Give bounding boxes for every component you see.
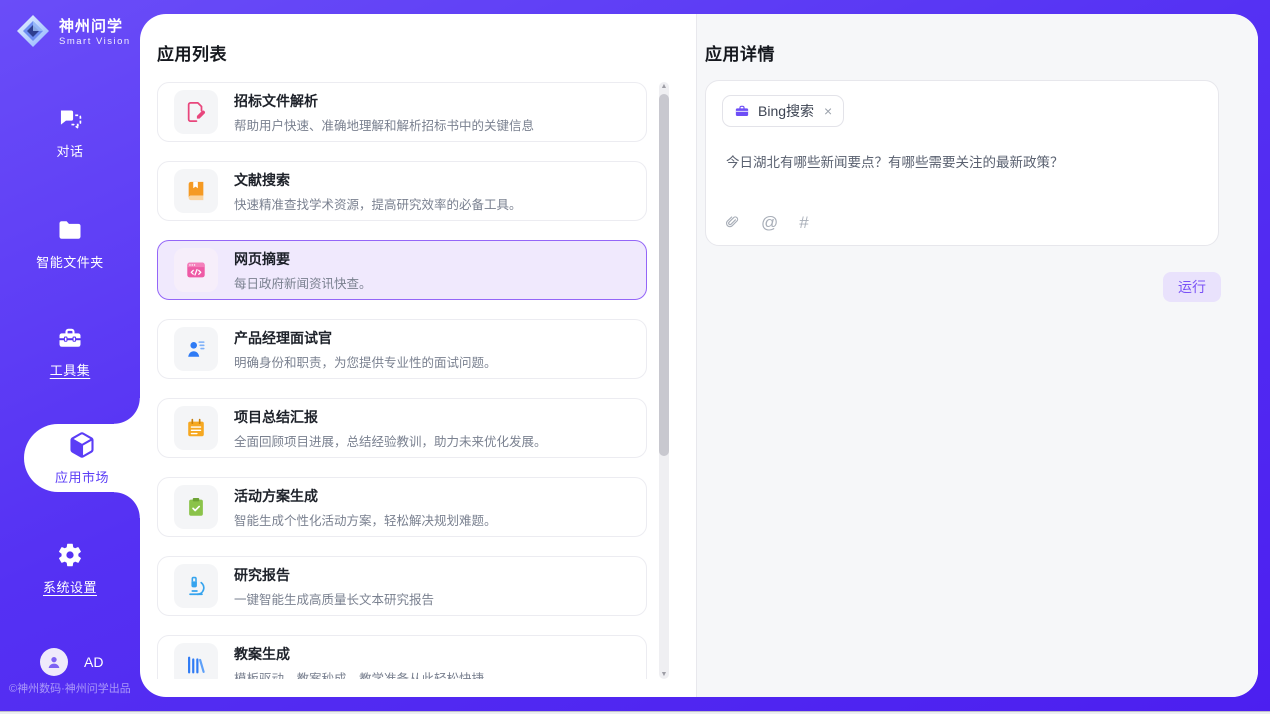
user-name: AD bbox=[84, 654, 103, 670]
browser-code-icon bbox=[185, 259, 207, 281]
brand-tagline: Smart Vision bbox=[59, 36, 131, 47]
app-detail-panel: 应用详情 Bing搜索 × 今日湖北有哪些新闻要点？有哪些需要关注的最新政策？ … bbox=[696, 14, 1258, 697]
app-icon-tile bbox=[174, 564, 218, 608]
app-card-desc: 帮助用户快速、准确地理解和解析招标书中的关键信息 bbox=[234, 115, 534, 134]
user-account[interactable]: AD bbox=[40, 648, 103, 676]
app-card-title: 产品经理面试官 bbox=[234, 328, 497, 348]
app-card-web-summary[interactable]: 网页摘要 每日政府新闻资讯快查。 bbox=[157, 240, 647, 300]
app-card-desc: 智能生成个性化活动方案，轻松解决规划难题。 bbox=[234, 510, 497, 529]
app-card-desc: 模板驱动，教案秒成，教学准备从此轻松快捷 bbox=[234, 668, 484, 680]
app-card-title: 教案生成 bbox=[234, 644, 484, 664]
footer-credit: ©神州数码·神州问学出品 bbox=[9, 680, 131, 696]
app-card-title: 网页摘要 bbox=[234, 249, 372, 269]
logo-diamond-icon bbox=[15, 13, 51, 49]
tool-tag-bing-search[interactable]: Bing搜索 × bbox=[722, 95, 844, 127]
app-card-desc: 明确身份和职责，为您提供专业性的面试问题。 bbox=[234, 352, 497, 371]
person-icon bbox=[46, 654, 62, 670]
app-icon-tile bbox=[174, 169, 218, 213]
clipboard-check-icon bbox=[185, 496, 207, 518]
app-card-title: 研究报告 bbox=[234, 565, 434, 585]
prompt-toolbar: @ # bbox=[724, 214, 809, 231]
scrollbar-up-icon[interactable]: ▲ bbox=[659, 83, 669, 90]
scrollbar-down-icon[interactable]: ▼ bbox=[659, 671, 669, 678]
app-card-bid-analysis[interactable]: 招标文件解析 帮助用户快速、准确地理解和解析招标书中的关键信息 bbox=[157, 82, 647, 142]
app-icon-tile bbox=[174, 406, 218, 450]
app-card-research-report[interactable]: 研究报告 一键智能生成高质量长文本研究报告 bbox=[157, 556, 647, 616]
avatar bbox=[40, 648, 68, 676]
app-card-desc: 全面回顾项目进展，总结经验教训，助力未来优化发展。 bbox=[234, 431, 547, 450]
sidebar-item-label: 对话 bbox=[56, 141, 83, 160]
app-card-project-summary[interactable]: 项目总结汇报 全面回顾项目进展，总结经验教训，助力未来优化发展。 bbox=[157, 398, 647, 458]
app-card-desc: 快速精准查找学术资源，提高研究效率的必备工具。 bbox=[234, 194, 522, 213]
microscope-icon bbox=[185, 575, 207, 597]
query-text[interactable]: 今日湖北有哪些新闻要点？有哪些需要关注的最新政策？ bbox=[726, 151, 1196, 171]
folder-icon bbox=[56, 216, 84, 244]
app-icon-tile bbox=[174, 327, 218, 371]
sidebar: 神州问学 Smart Vision 对话 智能文件夹 工具集 bbox=[0, 0, 140, 714]
tool-tag-label: Bing搜索 bbox=[758, 101, 814, 121]
app-detail-title: 应用详情 bbox=[705, 40, 775, 65]
close-icon[interactable]: × bbox=[824, 103, 832, 119]
scrollbar-thumb[interactable] bbox=[659, 94, 669, 456]
chat-icon bbox=[57, 106, 84, 133]
sidebar-item-label: 系统设置 bbox=[43, 577, 97, 596]
cube-icon bbox=[68, 431, 96, 459]
books-icon bbox=[185, 654, 207, 676]
app-card-title: 项目总结汇报 bbox=[234, 407, 547, 427]
hash-icon[interactable]: # bbox=[799, 214, 808, 231]
at-mention-icon[interactable]: @ bbox=[761, 214, 778, 231]
app-list-title: 应用列表 bbox=[157, 40, 227, 65]
sidebar-item-toolset[interactable]: 工具集 bbox=[0, 324, 140, 379]
document-edit-icon bbox=[185, 101, 207, 123]
interviewer-icon bbox=[185, 338, 207, 360]
app-list: 招标文件解析 帮助用户快速、准确地理解和解析招标书中的关键信息 文献搜索 快速精… bbox=[157, 82, 669, 679]
app-card-pm-interviewer[interactable]: 产品经理面试官 明确身份和职责，为您提供专业性的面试问题。 bbox=[157, 319, 647, 379]
app-card-title: 文献搜索 bbox=[234, 170, 522, 190]
sidebar-item-label: 智能文件夹 bbox=[36, 252, 104, 271]
briefcase-icon bbox=[734, 103, 750, 119]
app-logo: 神州问学 Smart Vision bbox=[15, 13, 131, 49]
app-card-lesson-plan[interactable]: 教案生成 模板驱动，教案秒成，教学准备从此轻松快捷 bbox=[157, 635, 647, 679]
app-icon-tile bbox=[174, 643, 218, 679]
app-card-title: 活动方案生成 bbox=[234, 486, 497, 506]
app-icon-tile bbox=[174, 485, 218, 529]
run-button[interactable]: 运行 bbox=[1163, 272, 1221, 302]
app-card-desc: 一键智能生成高质量长文本研究报告 bbox=[234, 589, 434, 608]
app-card-title: 招标文件解析 bbox=[234, 91, 534, 111]
brand-name: 神州问学 bbox=[59, 15, 131, 36]
sidebar-item-label: 应用市场 bbox=[55, 467, 109, 486]
prompt-card[interactable]: Bing搜索 × 今日湖北有哪些新闻要点？有哪些需要关注的最新政策？ @ # bbox=[705, 80, 1219, 246]
sidebar-item-app-market[interactable]: 应用市场 bbox=[24, 424, 140, 492]
toolbox-icon bbox=[56, 324, 84, 352]
app-card-desc: 每日政府新闻资讯快查。 bbox=[234, 273, 372, 292]
app-card-literature-search[interactable]: 文献搜索 快速精准查找学术资源，提高研究效率的必备工具。 bbox=[157, 161, 647, 221]
app-icon-tile bbox=[174, 248, 218, 292]
paperclip-icon[interactable] bbox=[724, 215, 740, 231]
book-icon bbox=[185, 180, 207, 202]
sidebar-item-label: 工具集 bbox=[50, 360, 91, 379]
app-card-event-plan[interactable]: 活动方案生成 智能生成个性化活动方案，轻松解决规划难题。 bbox=[157, 477, 647, 537]
sidebar-item-settings[interactable]: 系统设置 bbox=[0, 541, 140, 596]
calendar-icon bbox=[185, 417, 207, 439]
sidebar-item-smart-folders[interactable]: 智能文件夹 bbox=[0, 216, 140, 271]
scrollbar[interactable]: ▲ ▼ bbox=[659, 82, 669, 679]
main-panel: 应用列表 招标文件解析 帮助用户快速、准确地理解和解析招标书中的关键信息 bbox=[140, 14, 1258, 697]
sidebar-item-chat[interactable]: 对话 bbox=[0, 106, 140, 160]
app-icon-tile bbox=[174, 90, 218, 134]
gear-icon bbox=[56, 541, 84, 569]
